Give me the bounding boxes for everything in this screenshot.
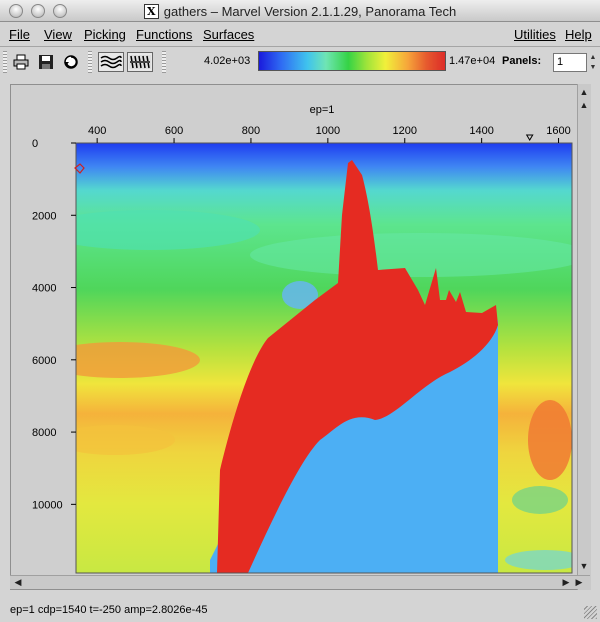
status-bar: ep=1 cdp=1540 t=-250 amp=2.8026e-45 [10, 604, 208, 616]
x-tick-label: 1200 [393, 125, 417, 137]
velocity-anomaly [76, 425, 175, 455]
velocity-anomaly [512, 486, 568, 514]
velocity-band [250, 233, 572, 277]
y-tick-label: 10000 [32, 499, 63, 511]
velocity-anomaly [76, 342, 200, 378]
y-tick-label: 6000 [32, 355, 56, 367]
plot-area [76, 143, 572, 573]
seismic-plot[interactable]: ep=1 400 600 800 1000 1200 1400 1600 0 2000 4000… [0, 0, 600, 600]
y-tick-label: 8000 [32, 427, 56, 439]
plot-title: ep=1 [310, 104, 335, 116]
y-tick-label: 4000 [32, 283, 56, 295]
resize-grip-icon[interactable] [584, 606, 597, 619]
x-tick-label: 600 [165, 125, 183, 137]
x-tick-label: 400 [88, 125, 106, 137]
x-tick-label: 1000 [316, 125, 340, 137]
y-axis: 0 2000 4000 6000 8000 10000 [32, 138, 76, 511]
velocity-anomaly [505, 550, 572, 570]
x-tick-label: 1600 [546, 125, 570, 137]
x-axis: ep=1 400 600 800 1000 1200 1400 1600 [88, 104, 571, 143]
y-tick-label: 0 [32, 138, 38, 150]
y-tick-label: 2000 [32, 210, 56, 222]
cdp-pointer-icon[interactable] [525, 134, 534, 141]
x-tick-label: 800 [242, 125, 260, 137]
velocity-band [76, 210, 260, 250]
velocity-anomaly [528, 400, 572, 480]
x-axis-pointer[interactable] [525, 134, 534, 141]
x-tick-label: 1400 [469, 125, 493, 137]
